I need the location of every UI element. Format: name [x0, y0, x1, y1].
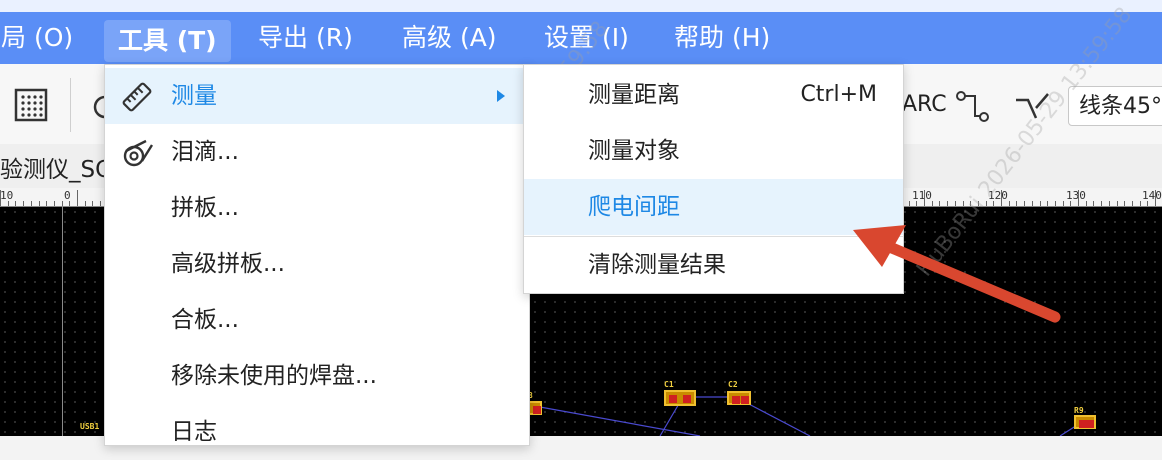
- menu-item-label: 高级拼板...: [171, 251, 285, 277]
- window-top-strip: [0, 0, 1162, 12]
- ruler-label: 140: [1142, 189, 1162, 202]
- menu-item-panelize[interactable]: 拼板...: [105, 180, 529, 236]
- ruler-tick: [932, 201, 933, 206]
- menu-item-teardrop[interactable]: 泪滴...: [105, 124, 529, 180]
- grid-icon[interactable]: [14, 88, 48, 122]
- component-c2[interactable]: [727, 391, 751, 405]
- menu-item-merge-boards[interactable]: 合板...: [105, 292, 529, 348]
- ruler-tick: [1055, 201, 1056, 206]
- menu-item-label: 测量距离: [588, 82, 680, 108]
- ruler-tick: [54, 201, 55, 206]
- teardrop-icon: [123, 139, 154, 167]
- menu-item-label: 清除测量结果: [588, 252, 726, 278]
- ruler-tick: [1124, 201, 1125, 206]
- route-track-icon[interactable]: [955, 90, 989, 124]
- ruler-tick: [1032, 201, 1033, 206]
- menu-layout[interactable]: 布局 (O): [0, 12, 73, 64]
- component-r9[interactable]: [1074, 415, 1096, 429]
- ruler-tick: [100, 201, 101, 206]
- ruler-tick: [1063, 201, 1064, 206]
- menu-item-measure-object[interactable]: 测量对象: [524, 123, 903, 179]
- menu-item-label: 测量对象: [588, 138, 680, 164]
- line-style-select[interactable]: 线条45°: [1068, 86, 1162, 126]
- ruler-tick: [62, 201, 63, 206]
- arc-text-tool[interactable]: ARC: [902, 92, 947, 117]
- ruler-tick: [23, 201, 24, 206]
- ruler-tick: [77, 190, 78, 206]
- menu-item-log[interactable]: 日志: [105, 404, 529, 460]
- ruler-tick: [924, 190, 925, 206]
- menu-export[interactable]: 导出 (R): [258, 12, 353, 64]
- ruler-tick: [1016, 201, 1017, 206]
- menu-item-label: 测量: [171, 83, 217, 109]
- ruler-tick: [947, 201, 948, 206]
- menu-help[interactable]: 帮助 (H): [674, 12, 770, 64]
- ruler-tick: [69, 201, 70, 206]
- ruler-tick: [92, 201, 93, 206]
- menu-item-label: 移除未使用的焊盘...: [171, 363, 377, 389]
- ruler-tick: [955, 201, 956, 206]
- menu-advanced[interactable]: 高级 (A): [402, 12, 497, 64]
- ruler-tick: [39, 201, 40, 206]
- menu-item-measure[interactable]: 测量: [105, 68, 529, 124]
- ruler-tick: [1132, 201, 1133, 206]
- ruler-tick: [1155, 190, 1156, 206]
- ruler-tick: [31, 201, 32, 206]
- ruler-label: 10: [0, 189, 14, 202]
- component-ref: R9: [1074, 406, 1084, 415]
- ruler-tick: [916, 201, 917, 206]
- component-ref: C1: [664, 380, 674, 389]
- ruler-icon: [122, 82, 152, 112]
- ruler-tick: [1117, 201, 1118, 206]
- ruler-tick: [1101, 201, 1102, 206]
- ruler-tick: [909, 201, 910, 206]
- ruler-tick: [1024, 201, 1025, 206]
- tools-dropdown-menu: 测量 泪滴... 拼板... 高级拼板... 合板... 移除未使用的焊盘...…: [104, 64, 530, 446]
- ruler-tick: [1078, 190, 1079, 206]
- ruler-tick: [1093, 201, 1094, 206]
- menu-item-label: 拼板...: [171, 195, 239, 221]
- menu-item-advanced-panelize[interactable]: 高级拼板...: [105, 236, 529, 292]
- menu-item-label: 日志: [171, 419, 217, 445]
- ruler-tick: [939, 201, 940, 206]
- ruler-tick: [46, 201, 47, 206]
- toolbar-divider: [70, 78, 71, 132]
- menu-item-label: 泪滴...: [171, 139, 239, 165]
- document-tab[interactable]: 验测仪_SC: [0, 150, 111, 184]
- submenu-arrow-icon: [497, 90, 505, 102]
- menu-item-label: 爬电间距: [588, 194, 680, 220]
- shortcut-label: Ctrl+M: [800, 82, 877, 107]
- ruler-tick: [8, 201, 9, 206]
- component-ref: C2: [728, 380, 738, 389]
- ruler-label: 130: [1066, 189, 1086, 202]
- ruler-tick: [1109, 201, 1110, 206]
- ruler-tick: [1040, 201, 1041, 206]
- ruler-tick: [1147, 201, 1148, 206]
- component-c1[interactable]: [664, 390, 696, 406]
- menu-tools[interactable]: 工具 (T): [104, 20, 231, 62]
- ruler-tick: [1070, 201, 1071, 206]
- menu-item-label: 合板...: [171, 307, 239, 333]
- ruler-tick: [1140, 201, 1141, 206]
- menu-item-measure-distance[interactable]: 测量距离 Ctrl+M: [524, 67, 903, 123]
- ruler-tick: [1009, 201, 1010, 206]
- menu-item-remove-unused-pads[interactable]: 移除未使用的焊盘...: [105, 348, 529, 404]
- ruler-tick: [15, 201, 16, 206]
- annotation-arrow-icon: [853, 225, 1061, 323]
- ruler-tick: [0, 190, 1, 206]
- ruler-tick: [1086, 201, 1087, 206]
- ruler-tick: [1047, 201, 1048, 206]
- component-pad[interactable]: [528, 401, 542, 415]
- ruler-label: 110: [912, 189, 932, 202]
- component-ref: USB1: [80, 422, 100, 431]
- ruler-tick: [85, 201, 86, 206]
